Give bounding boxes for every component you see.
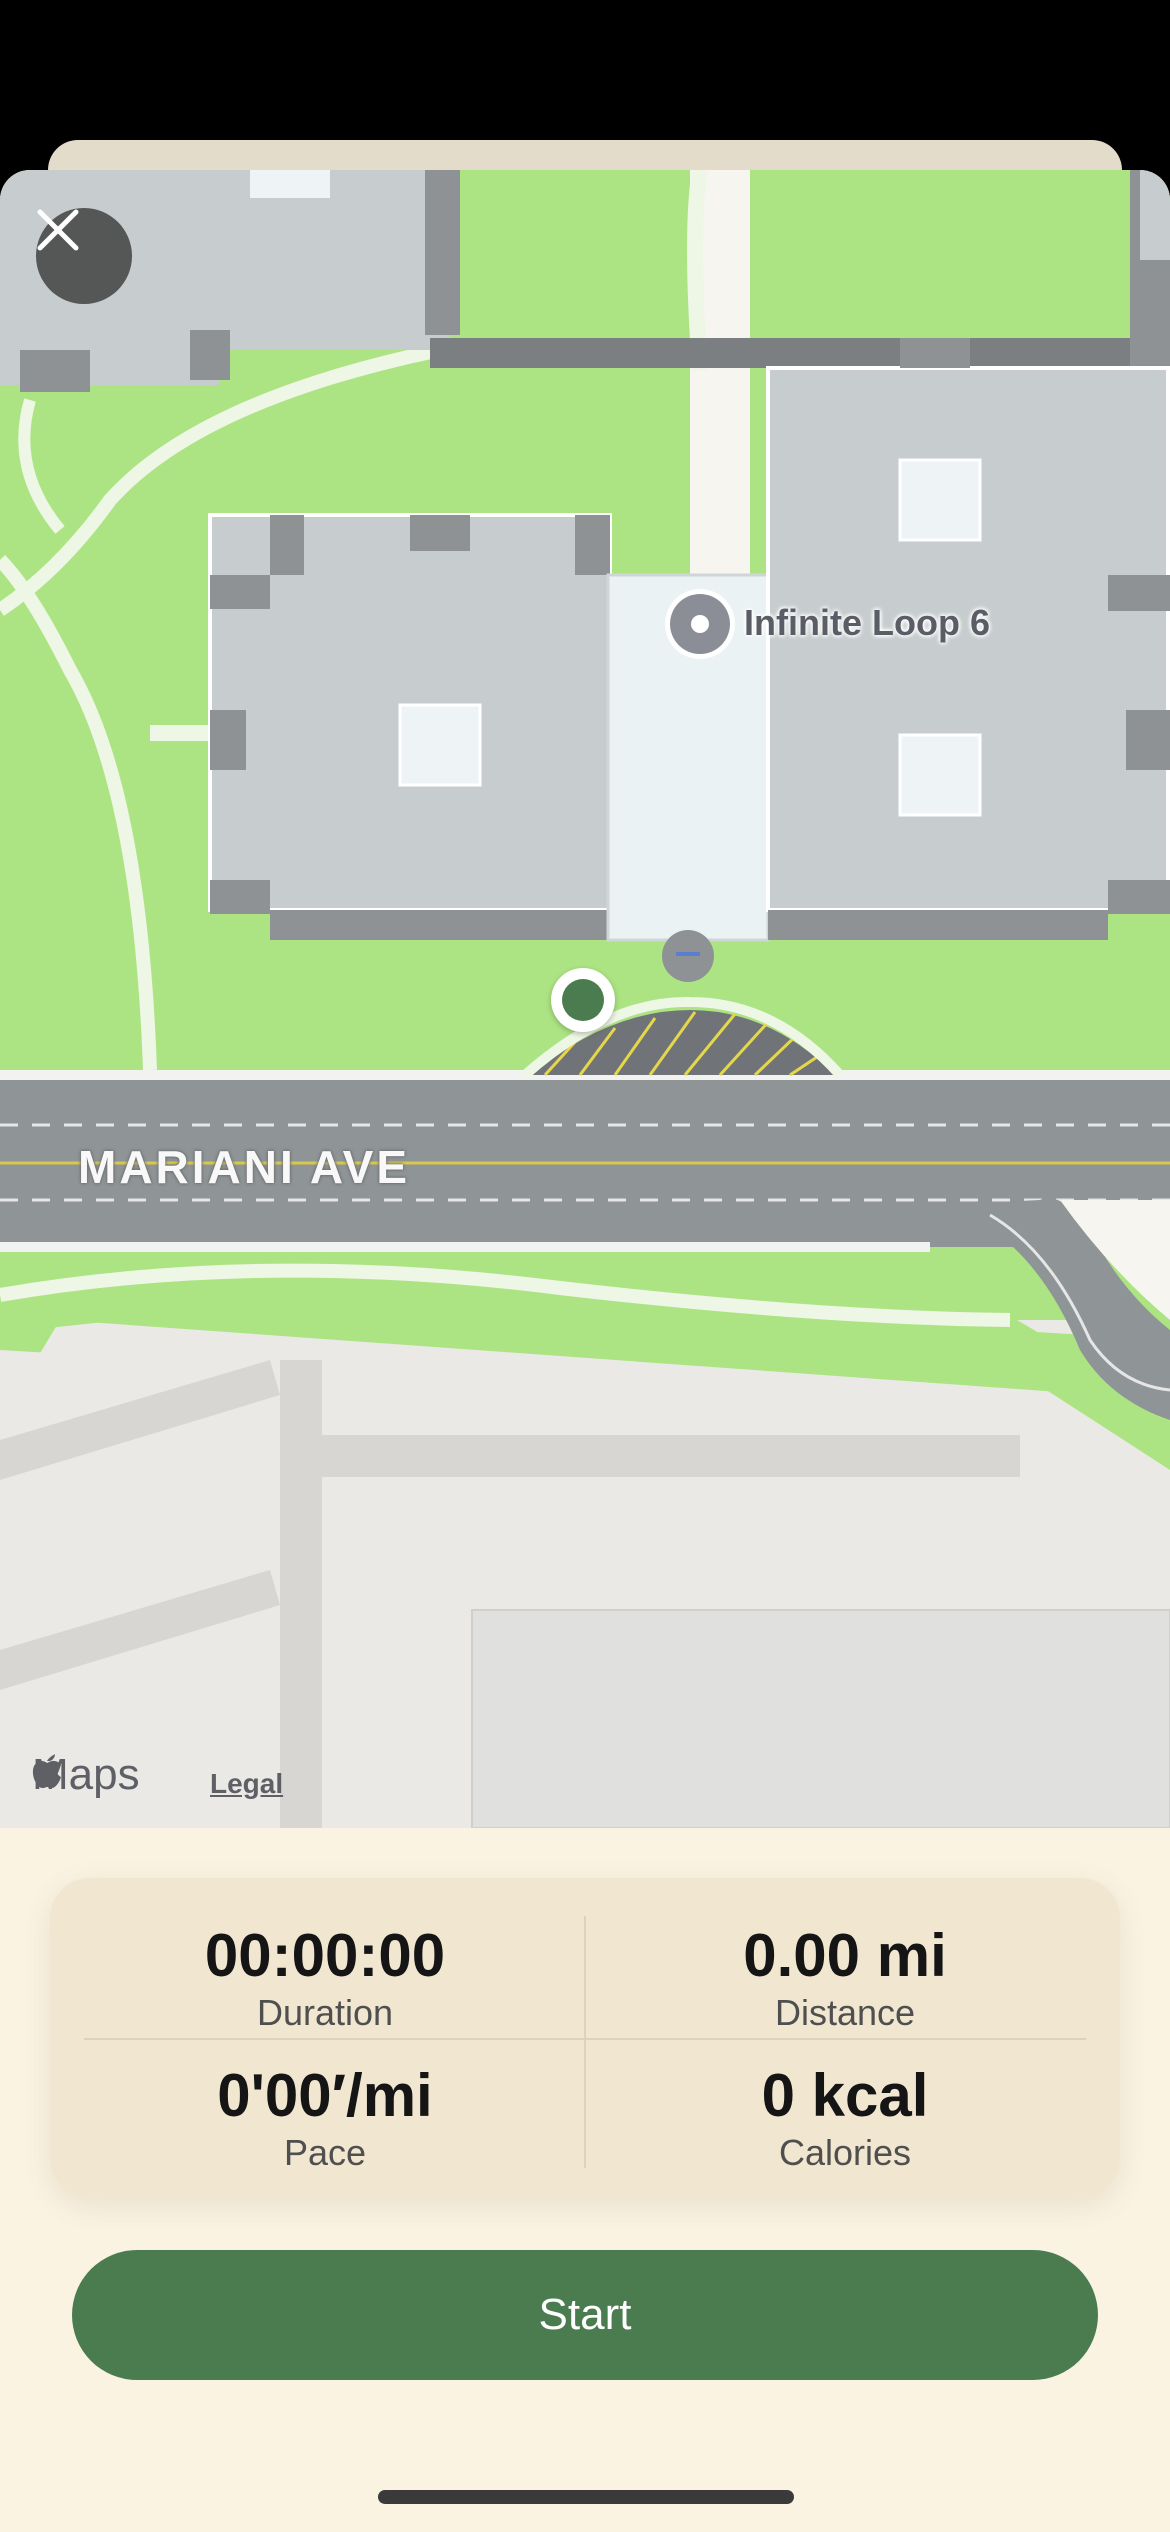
stat-duration: 00:00:00 Duration — [65, 1922, 585, 2034]
close-button[interactable] — [36, 208, 132, 304]
poi-pin-icon[interactable] — [670, 594, 730, 654]
distance-value: 0.00 mi — [743, 1922, 947, 1989]
workout-sheet: Infinite Loop 6 MARIANI AVE Maps Legal 0… — [0, 170, 1170, 2532]
calories-value: 0 kcal — [761, 2062, 929, 2129]
duration-label: Duration — [256, 1992, 394, 2033]
pace-value: 0'00′/mi — [217, 2062, 433, 2129]
stat-distance: 0.00 mi Distance — [585, 1922, 1105, 2034]
stats-divider-horizontal — [84, 2038, 1086, 2040]
street-label: MARIANI AVE — [78, 1141, 410, 1193]
home-indicator[interactable] — [378, 2490, 794, 2504]
current-location-icon — [551, 968, 615, 1032]
duration-value: 00:00:00 — [204, 1922, 446, 1989]
maps-attribution[interactable]: Maps — [30, 1750, 140, 1800]
workout-stats-card: 00:00:00 Duration 0.00 mi Distance 0'00′… — [50, 1878, 1120, 2198]
stat-calories: 0 kcal Calories — [585, 2062, 1105, 2174]
start-button[interactable]: Start — [72, 2250, 1098, 2380]
calories-label: Calories — [778, 2132, 912, 2173]
close-icon — [37, 209, 79, 251]
legal-link[interactable]: Legal — [210, 1768, 283, 1800]
pace-label: Pace — [283, 2132, 367, 2173]
map-view[interactable]: Infinite Loop 6 MARIANI AVE Maps Legal — [0, 170, 1170, 1828]
distance-label: Distance — [774, 1992, 916, 2033]
poi-label[interactable]: Infinite Loop 6 — [744, 602, 990, 644]
stat-pace: 0'00′/mi Pace — [65, 2062, 585, 2174]
current-location-dot — [562, 979, 604, 1021]
apple-logo-icon — [32, 1754, 61, 1789]
